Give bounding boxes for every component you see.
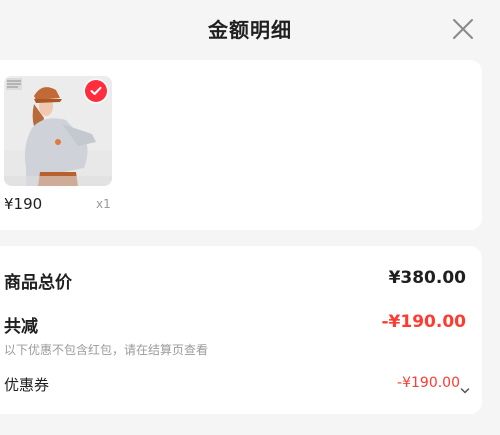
product-selected-checkbox[interactable]	[85, 80, 107, 102]
discount-label: 共减	[4, 317, 38, 337]
product-card: ¥190 x1	[0, 60, 482, 230]
coupon-expand-button[interactable]	[460, 380, 470, 394]
checkmark-icon	[90, 86, 102, 95]
total-value: ¥380.00	[388, 268, 466, 288]
close-button[interactable]	[450, 16, 476, 42]
amount-details-sheet: 金额明细 ¥190 x1 商品总价 ¥380.00 共减 -¥190.00 以下…	[0, 0, 500, 435]
coupon-value[interactable]: -¥190.00	[397, 375, 460, 391]
chevron-down-icon	[460, 388, 470, 394]
discount-value: -¥190.00	[381, 312, 467, 332]
product-price: ¥190	[4, 195, 43, 213]
product-quantity: x1	[96, 197, 111, 211]
total-label: 商品总价	[4, 273, 72, 293]
discount-note: 以下优惠不包含红包，请在结算页查看	[4, 343, 209, 357]
coupon-label: 优惠券	[4, 376, 50, 394]
sheet-header: 金额明细	[0, 0, 500, 58]
sheet-title: 金额明细	[208, 18, 292, 42]
close-icon	[453, 19, 473, 39]
summary-card: 商品总价 ¥380.00 共减 -¥190.00 以下优惠不包含红包，请在结算页…	[0, 246, 482, 414]
